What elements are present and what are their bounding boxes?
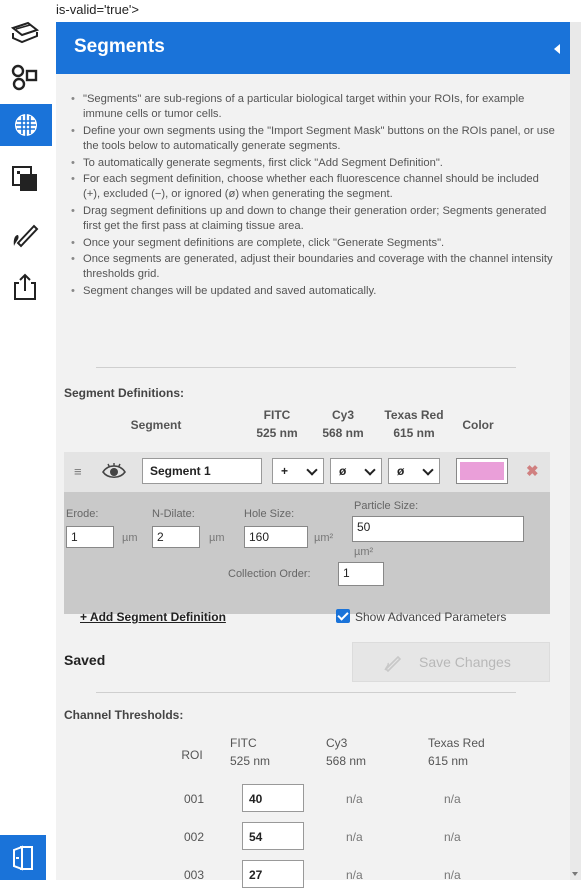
particle-size-unit: µm² xyxy=(354,546,374,558)
collection-order-label: Collection Order: xyxy=(228,568,311,580)
divider xyxy=(96,692,516,693)
particle-size-input[interactable]: 50 xyxy=(352,516,524,542)
chevron-down-icon xyxy=(364,464,376,476)
threshold-header-cy3: Cy3 568 nm xyxy=(326,736,367,768)
segment-column-header: Segment xyxy=(130,418,182,432)
instruction-item: To automatically generate segments, firs… xyxy=(66,156,556,172)
n-dilate-input[interactable]: 2 xyxy=(152,526,200,548)
erode-input[interactable]: 1 xyxy=(66,526,114,548)
instruction-item: Define your own segments using the "Impo… xyxy=(66,124,556,155)
instruction-item: Once segments are generated, adjust thei… xyxy=(66,252,556,283)
show-advanced-checkbox[interactable] xyxy=(336,609,350,623)
instruction-item: "Segments" are sub-regions of a particul… xyxy=(66,92,556,123)
channel-header-cy3: Cy3 568 nm xyxy=(322,408,364,440)
chevron-down-icon xyxy=(306,464,318,476)
erode-unit: µm xyxy=(122,532,138,544)
collection-order-input[interactable]: 1 xyxy=(338,562,384,586)
fitc-channel-select[interactable]: + xyxy=(272,458,324,484)
pencil-icon xyxy=(383,652,403,675)
panel-scrollbar[interactable] xyxy=(570,22,581,880)
add-segment-definition-link[interactable]: + Add Segment Definition xyxy=(80,610,226,624)
segments-icon[interactable] xyxy=(0,104,52,146)
segments-panel: Segments "Segments" are sub-regions of a… xyxy=(56,22,570,888)
save-changes-button[interactable]: Save Changes xyxy=(352,642,550,682)
link-nodes-icon[interactable] xyxy=(4,56,46,98)
left-icon-rail xyxy=(0,0,52,880)
cy3-threshold-value: n/a xyxy=(346,830,363,844)
instruction-item: For each segment definition, choose whet… xyxy=(66,172,556,203)
instruction-item: Once your segment definitions are comple… xyxy=(66,236,556,252)
fitc-threshold-input[interactable]: 40 xyxy=(242,784,304,812)
eye-icon[interactable] xyxy=(102,462,126,485)
cy3-threshold-value: n/a xyxy=(346,792,363,806)
texas-red-threshold-value: n/a xyxy=(444,792,461,806)
share-icon[interactable] xyxy=(4,266,46,308)
instruction-item: Segment changes will be updated and save… xyxy=(66,284,556,300)
layers-icon[interactable] xyxy=(4,158,46,200)
divider xyxy=(96,367,516,368)
cy3-channel-select[interactable]: ø xyxy=(330,458,382,484)
exit-icon[interactable] xyxy=(0,835,46,880)
show-advanced-label: Show Advanced Parameters xyxy=(355,610,507,624)
threshold-row-roi: 001 xyxy=(184,792,205,806)
color-fill xyxy=(460,462,504,480)
color-column-header: Color xyxy=(462,418,494,432)
channel-header-texas-red: Texas Red 615 nm xyxy=(384,408,444,440)
drag-handle-icon[interactable]: ≡ xyxy=(74,464,82,479)
scanner-icon[interactable] xyxy=(4,12,46,54)
stray-markup-text: is-valid='true'> xyxy=(56,2,140,17)
segment-definitions-title: Segment Definitions: xyxy=(64,386,185,400)
channel-header-fitc: FITC 525 nm xyxy=(256,408,298,440)
chevron-down-icon xyxy=(422,464,434,476)
hole-size-input[interactable]: 160 xyxy=(244,526,308,548)
hole-size-label: Hole Size: xyxy=(244,508,295,520)
segment-definition-card: ≡ Segment 1 + ø ø ✖ Erode: 1 µm N-Dilate… xyxy=(64,452,550,614)
segment-color-picker[interactable] xyxy=(456,458,508,484)
n-dilate-unit: µm xyxy=(209,532,225,544)
scroll-down-arrow-icon[interactable] xyxy=(572,872,578,876)
fitc-threshold-input[interactable]: 27 xyxy=(242,860,304,888)
instruction-item: Drag segment definitions up and down to … xyxy=(66,204,556,235)
instructions-list: "Segments" are sub-regions of a particul… xyxy=(66,92,556,300)
texas-red-channel-value: ø xyxy=(397,464,405,478)
particle-size-label: Particle Size: xyxy=(354,500,419,512)
segment-name-input[interactable]: Segment 1 xyxy=(142,458,262,484)
segment-row: ≡ Segment 1 + ø ø ✖ xyxy=(64,452,550,492)
texas-red-threshold-value: n/a xyxy=(444,830,461,844)
fitc-threshold-input[interactable]: 54 xyxy=(242,822,304,850)
pen-icon[interactable] xyxy=(4,214,46,256)
save-status: Saved xyxy=(64,652,106,668)
texas-red-channel-select[interactable]: ø xyxy=(388,458,440,484)
collapse-arrow-icon[interactable] xyxy=(554,44,560,54)
threshold-header-fitc: FITC 525 nm xyxy=(230,736,271,768)
delete-segment-icon[interactable]: ✖ xyxy=(526,462,539,480)
cy3-channel-value: ø xyxy=(339,464,347,478)
roi-column-header: ROI xyxy=(181,748,203,762)
fitc-channel-value: + xyxy=(281,464,289,478)
channel-thresholds-title: Channel Thresholds: xyxy=(64,708,184,722)
threshold-row-roi: 002 xyxy=(184,830,205,844)
n-dilate-label: N-Dilate: xyxy=(152,508,195,520)
hole-size-unit: µm² xyxy=(314,532,334,544)
threshold-header-texas-red: Texas Red 615 nm xyxy=(428,736,485,768)
panel-header: Segments xyxy=(56,22,570,74)
erode-label: Erode: xyxy=(66,508,99,520)
panel-title: Segments xyxy=(74,36,165,57)
save-changes-label: Save Changes xyxy=(419,654,511,670)
